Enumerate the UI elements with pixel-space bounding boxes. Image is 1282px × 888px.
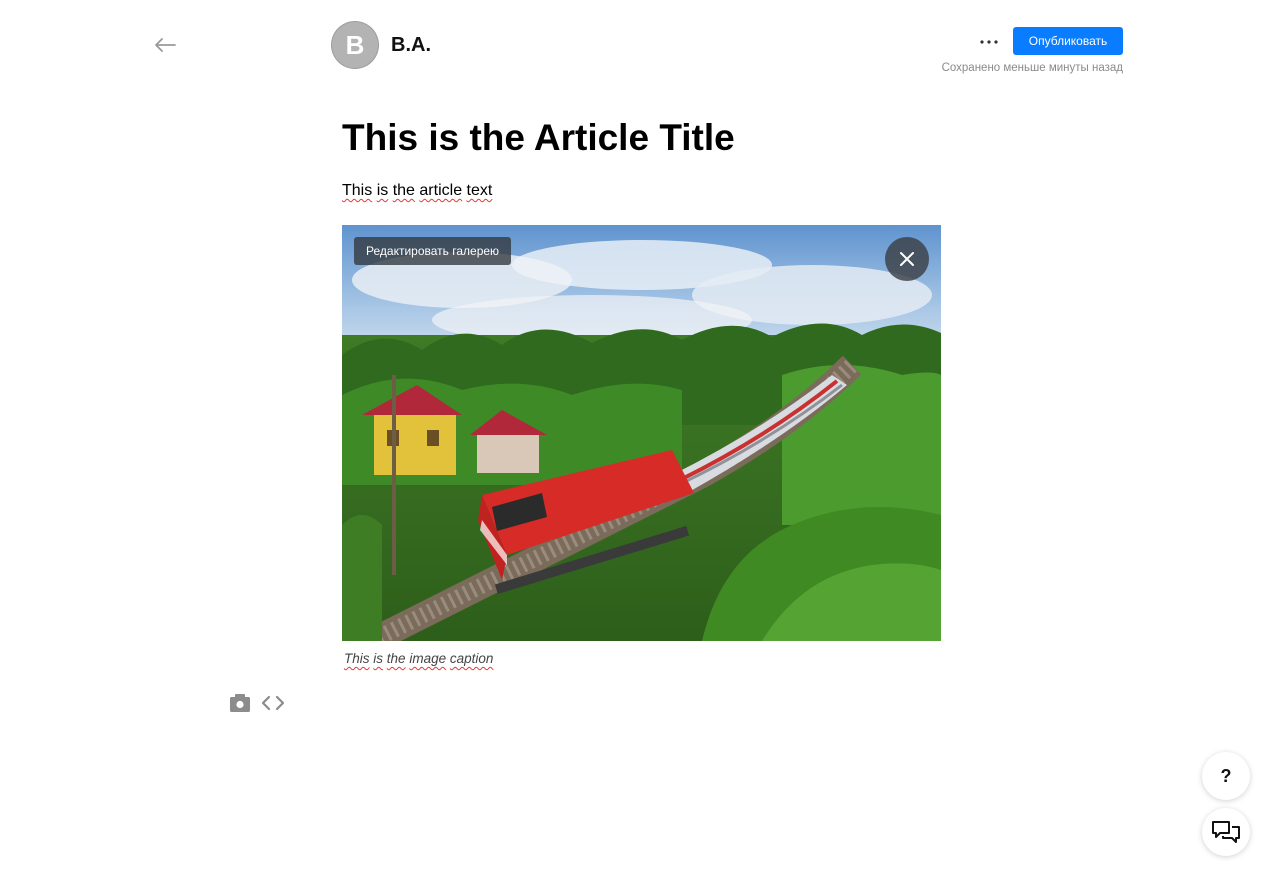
image-caption[interactable]: This is the image caption — [344, 651, 493, 666]
author-name[interactable]: B.A. — [391, 34, 431, 57]
insert-image-button[interactable] — [229, 693, 251, 713]
article-title[interactable]: This is the Article Title — [342, 117, 735, 159]
caption-word: the — [386, 651, 406, 666]
back-button[interactable] — [152, 33, 178, 57]
chat-button[interactable] — [1202, 808, 1250, 856]
article-text[interactable]: This is the article text — [342, 182, 492, 200]
more-dots-icon — [980, 40, 998, 44]
text-word: is — [376, 182, 389, 199]
help-button[interactable]: ? — [1202, 752, 1250, 800]
saved-status: Сохранено меньше минуты назад — [941, 62, 1123, 74]
caption-word: image — [409, 651, 447, 666]
code-brackets-icon — [261, 695, 285, 711]
insert-toolbar — [229, 692, 285, 714]
chat-bubbles-icon — [1212, 821, 1240, 843]
text-word: article — [419, 182, 463, 199]
camera-icon — [230, 694, 250, 712]
insert-embed-button[interactable] — [261, 695, 285, 711]
text-word: text — [466, 182, 493, 199]
train-photo — [342, 225, 941, 641]
article-editor: B B.A. Опубликовать Сохранено меньше мин… — [0, 0, 1282, 888]
image-gallery[interactable]: Редактировать галерею — [342, 225, 941, 641]
author-block[interactable]: B B.A. — [331, 21, 431, 69]
avatar[interactable]: B — [331, 21, 379, 69]
caption-word: caption — [449, 651, 494, 666]
arrow-left-icon — [155, 38, 176, 52]
text-word: the — [392, 182, 415, 199]
remove-gallery-button[interactable] — [885, 237, 929, 281]
close-icon — [900, 252, 914, 266]
text-word: This — [342, 182, 373, 199]
edit-gallery-button[interactable]: Редактировать галерею — [354, 237, 512, 265]
caption-word: is — [373, 651, 384, 666]
more-options-button[interactable] — [976, 31, 1002, 53]
publish-button[interactable]: Опубликовать — [1013, 27, 1123, 55]
caption-word: This — [344, 651, 370, 666]
